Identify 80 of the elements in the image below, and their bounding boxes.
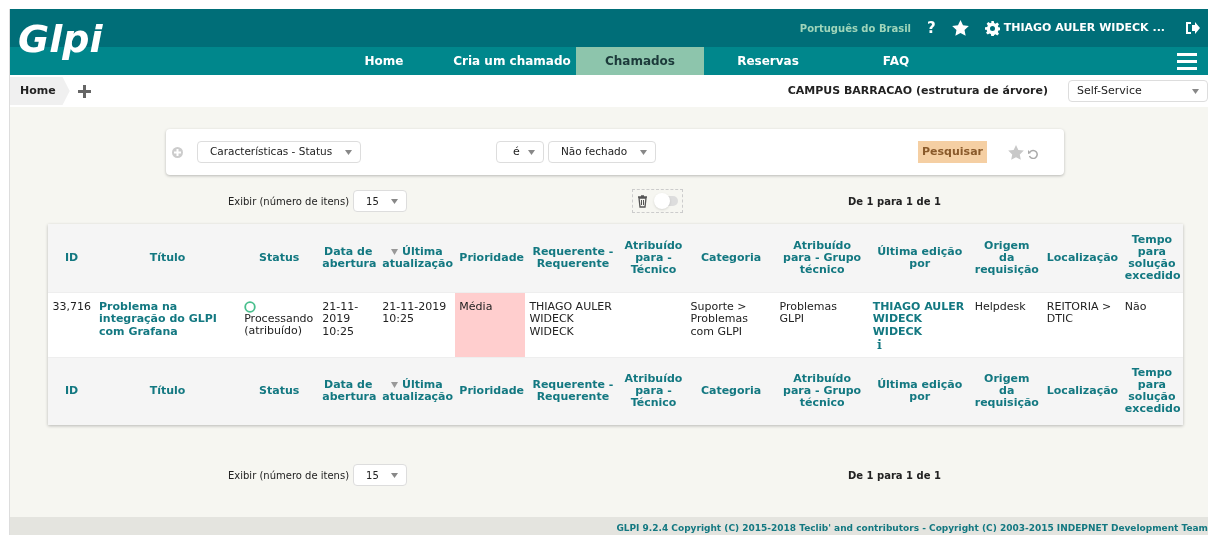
column-header[interactable]: Prioridade xyxy=(455,357,526,425)
column-header[interactable]: Título xyxy=(95,224,241,292)
column-header[interactable]: Localização xyxy=(1042,357,1121,425)
column-header[interactable]: Tempo para solução excedido xyxy=(1120,357,1183,425)
pagination-text: De 1 para 1 de 1 xyxy=(848,468,942,483)
table-cell: 33,716 xyxy=(48,292,96,357)
star-icon[interactable] xyxy=(951,20,969,36)
caret-icon xyxy=(345,149,352,155)
column-header[interactable]: Status xyxy=(240,357,319,425)
sort-icon xyxy=(391,382,398,389)
caret-icon xyxy=(391,198,399,204)
sort-icon xyxy=(391,248,398,255)
user-menu[interactable]: THIAGO AULER WIDECK ... xyxy=(1003,19,1165,37)
search-field-select[interactable]: Características - Status xyxy=(197,141,361,163)
table-cell: Helpdesk xyxy=(970,292,1043,357)
table-cell: Problemas GLPI xyxy=(775,292,869,357)
logout-icon[interactable] xyxy=(1185,21,1200,35)
column-header[interactable]: Requerente - Requerente xyxy=(525,224,621,292)
items-per-page-label: Exibir (número de itens) xyxy=(228,194,350,209)
pagination-text: De 1 para 1 de 1 xyxy=(848,194,942,209)
items-per-page-label: Exibir (número de itens) xyxy=(228,468,350,483)
table-cell: THIAGO AULER WIDECK WIDECK xyxy=(525,292,621,357)
column-header[interactable]: Atribuído para - Técnico xyxy=(620,357,687,425)
items-per-page-select[interactable]: 15 xyxy=(353,464,408,486)
column-header[interactable]: Data de abertura xyxy=(318,224,379,292)
user-link[interactable]: THIAGO AULER WIDECK WIDECK xyxy=(872,300,967,338)
nav-tab[interactable]: Home xyxy=(320,47,448,75)
ticket-title-link[interactable]: Problema na integração do GLPI com Grafana xyxy=(95,292,241,357)
value-select[interactable]: Não fechado xyxy=(548,141,656,163)
column-header[interactable]: Data de abertura xyxy=(318,357,379,425)
column-header[interactable]: Título xyxy=(95,357,241,425)
column-header[interactable]: Última atualização xyxy=(378,357,456,425)
column-header[interactable]: Prioridade xyxy=(455,224,526,292)
items-per-page-select[interactable]: 15 xyxy=(353,190,408,212)
column-header[interactable]: Última edição por xyxy=(868,357,971,425)
gear-icon[interactable] xyxy=(984,20,1000,36)
column-header[interactable]: Tempo para solução excedido xyxy=(1120,224,1183,292)
nav-tab[interactable]: Chamados xyxy=(576,47,704,75)
priority-cell: Média xyxy=(455,292,526,357)
operator-select[interactable]: é xyxy=(496,141,544,163)
profile-select[interactable]: Self-Service xyxy=(1068,80,1208,102)
entity-name[interactable]: CAMPUS BARRACAO (estrutura de árvore) xyxy=(787,82,1048,100)
language-link[interactable]: Português do Brasil xyxy=(799,20,911,36)
help-link[interactable]: ? xyxy=(927,16,936,40)
nav-tab[interactable]: Reservas xyxy=(704,47,832,75)
caret-icon xyxy=(1192,88,1199,94)
column-header[interactable]: Atribuído para - Técnico xyxy=(620,224,687,292)
toggle-switch[interactable] xyxy=(656,196,679,206)
column-header[interactable]: Origem da requisição xyxy=(970,357,1043,425)
table-cell: Suporte > Problemas com GLPI xyxy=(686,292,776,357)
footer-text: GLPI 9.2.4 Copyright (C) 2015-2018 Teclib' and contributors - Copyright (C) 2003-2015 INDEPNET Development Team xyxy=(616,521,1208,535)
table-cell: REITORIA > DTIC xyxy=(1042,292,1121,357)
trash-icon[interactable] xyxy=(637,194,649,208)
column-header[interactable]: Última edição por xyxy=(868,224,971,292)
info-icon[interactable] xyxy=(876,339,882,349)
table-cell: Não xyxy=(1120,292,1183,357)
column-header[interactable]: Localização xyxy=(1042,224,1121,292)
caret-icon xyxy=(528,149,535,155)
column-header[interactable]: Atribuído para - Grupo técnico xyxy=(775,357,869,425)
column-header[interactable]: Atribuído para - Grupo técnico xyxy=(775,224,869,292)
status-label: Processando (atribuído) xyxy=(244,312,315,338)
column-header[interactable]: Status xyxy=(240,224,319,292)
caret-icon xyxy=(640,149,647,155)
column-header[interactable]: Origem da requisição xyxy=(970,224,1043,292)
caret-icon xyxy=(391,472,399,478)
star-icon[interactable] xyxy=(1008,144,1024,160)
nav-tab[interactable]: Cria um chamado xyxy=(448,47,576,75)
column-header[interactable]: ID xyxy=(48,357,96,425)
menu-icon[interactable] xyxy=(1177,52,1197,70)
column-header[interactable]: Última atualização xyxy=(378,224,456,292)
column-header[interactable]: ID xyxy=(48,224,96,292)
add-icon[interactable] xyxy=(77,84,91,98)
column-header[interactable]: Categoria xyxy=(686,357,776,425)
logo[interactable]: Glpi xyxy=(18,15,103,63)
column-header[interactable]: Categoria xyxy=(686,224,776,292)
table-cell: 21-11-2019 10:25 xyxy=(318,292,379,357)
search-button[interactable]: Pesquisar xyxy=(918,141,987,163)
column-header[interactable]: Requerente - Requerente xyxy=(525,357,621,425)
nav-tab[interactable]: FAQ xyxy=(832,47,960,75)
breadcrumb-home[interactable]: Home xyxy=(10,77,70,105)
